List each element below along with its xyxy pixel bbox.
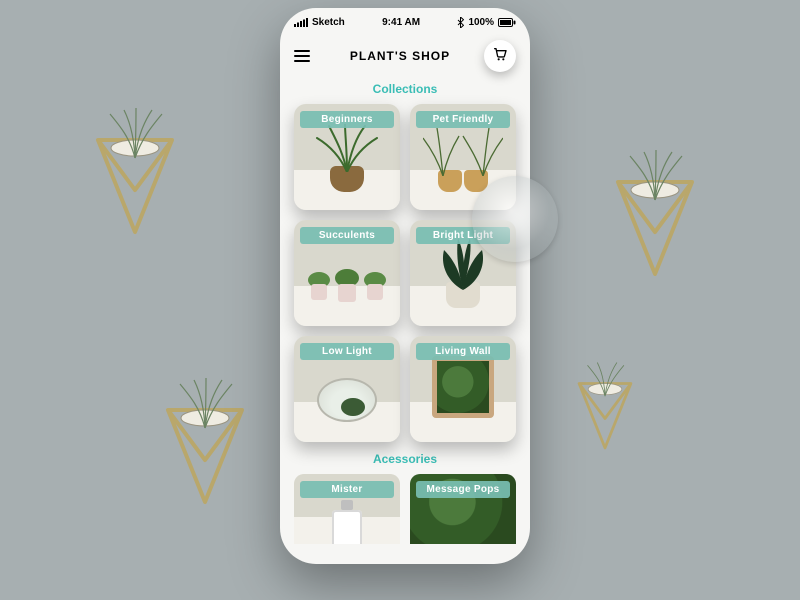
card-label: Low Light — [300, 343, 394, 360]
collection-card-succulents[interactable]: Succulents — [294, 220, 400, 326]
bluetooth-icon — [457, 17, 464, 28]
collections-heading: Collections — [280, 82, 530, 96]
phone-frame: Sketch 9:41 AM 100% PLANT'S SHOP Collect… — [280, 8, 530, 564]
collection-card-living-wall[interactable]: Living Wall — [410, 336, 516, 442]
collections-grid: Beginners Pet Friendly Succulents — [280, 104, 530, 442]
card-label: Pet Friendly — [416, 111, 510, 128]
app-header: PLANT'S SHOP — [280, 36, 530, 80]
accessory-card-message-pops[interactable]: Message Pops — [410, 474, 516, 544]
status-battery-text: 100% — [468, 17, 494, 28]
status-bar: Sketch 9:41 AM 100% — [280, 8, 530, 36]
accessory-card-mister[interactable]: Mister — [294, 474, 400, 544]
cart-icon — [492, 46, 508, 67]
card-label: Message Pops — [416, 481, 510, 498]
accessories-heading: Acessories — [280, 452, 530, 466]
accessories-grid: Mister Message Pops — [280, 474, 530, 544]
app-title: PLANT'S SHOP — [316, 49, 484, 63]
menu-button[interactable] — [294, 45, 316, 67]
card-label: Living Wall — [416, 343, 510, 360]
touch-indicator-icon — [472, 176, 558, 262]
status-time: 9:41 AM — [382, 17, 420, 28]
signal-icon — [294, 18, 308, 27]
card-label: Succulents — [300, 227, 394, 244]
collection-card-low-light[interactable]: Low Light — [294, 336, 400, 442]
status-carrier: Sketch — [312, 17, 345, 28]
cart-button[interactable] — [484, 40, 516, 72]
collection-card-beginners[interactable]: Beginners — [294, 104, 400, 210]
card-label: Mister — [300, 481, 394, 498]
battery-icon — [498, 18, 516, 27]
card-label: Beginners — [300, 111, 394, 128]
